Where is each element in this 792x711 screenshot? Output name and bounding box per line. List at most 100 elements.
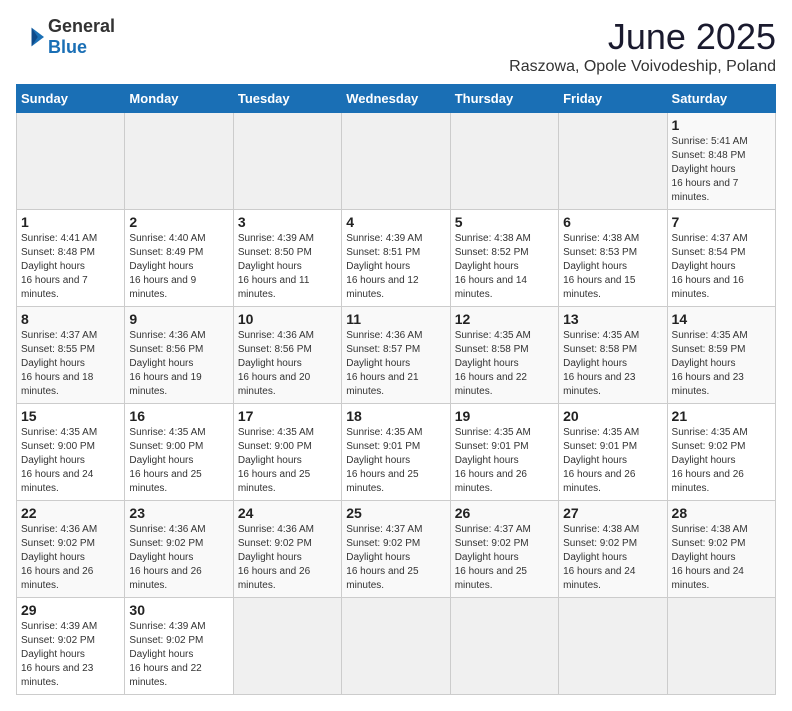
calendar-header-cell: Thursday [450,85,558,113]
calendar-header-cell: Tuesday [233,85,341,113]
calendar-day-cell [559,598,667,695]
day-number: 5 [455,214,554,230]
calendar-day-cell: 25Sunrise: 4:37 AMSunset: 9:02 PMDayligh… [342,501,450,598]
day-info: Sunrise: 4:40 AMSunset: 8:49 PMDaylight … [129,232,228,302]
day-info: Sunrise: 4:36 AMSunset: 9:02 PMDaylight … [21,523,120,593]
calendar-day-cell: 6 Sunrise: 4:38 AMSunset: 8:53 PMDaylight… [559,210,667,307]
day-info: Sunrise: 4:36 AMSunset: 8:56 PMDaylight … [129,329,228,399]
calendar-table: SundayMondayTuesdayWednesdayThursdayFrid… [16,84,776,695]
day-number: 1 [21,214,120,230]
day-number: 4 [346,214,445,230]
logo: General Blue [16,16,115,58]
calendar-day-cell [559,113,667,210]
calendar-day-cell: 12Sunrise: 4:35 AMSunset: 8:58 PMDayligh… [450,307,558,404]
day-info: Sunrise: 4:35 AMSunset: 9:00 PMDaylight … [21,426,120,496]
calendar-day-cell [17,113,125,210]
logo-icon [16,26,44,48]
day-info: Sunrise: 4:38 AMSunset: 9:02 PMDaylight … [672,523,771,593]
logo-blue-text: Blue [48,37,87,57]
day-number: 6 [563,214,662,230]
calendar-day-cell: 11 Sunrise: 4:36 AMSunset: 8:57 PMDayligh… [342,307,450,404]
calendar-day-cell: 26 Sunrise: 4:37 AMSunset: 9:02 PMDayligh… [450,501,558,598]
day-info: Sunrise: 4:37 AMSunset: 9:02 PMDaylight … [346,523,445,593]
day-info: Sunrise: 4:37 AMSunset: 9:02 PMDaylight … [455,523,554,593]
day-info: Sunrise: 4:37 AMSunset: 8:55 PMDaylight … [21,329,120,399]
location-title: Raszowa, Opole Voivodeship, Poland [509,58,776,76]
day-number: 27 [563,505,662,521]
day-info: Sunrise: 4:38 AMSunset: 8:53 PMDaylight … [563,232,662,302]
calendar-day-cell: 1Sunrise: 5:41 AMSunset: 8:48 PMDaylight… [667,113,775,210]
day-info: Sunrise: 4:35 AMSunset: 9:02 PMDaylight … [672,426,771,496]
day-info: Sunrise: 4:35 AMSunset: 8:58 PMDaylight … [563,329,662,399]
calendar-day-cell: 8Sunrise: 4:37 AMSunset: 8:55 PMDaylight… [17,307,125,404]
day-info: Sunrise: 4:35 AMSunset: 8:59 PMDaylight … [672,329,771,399]
calendar-day-cell [233,113,341,210]
calendar-day-cell: 9Sunrise: 4:36 AMSunset: 8:56 PMDaylight… [125,307,233,404]
calendar-header-cell: Saturday [667,85,775,113]
day-number: 1 [672,117,771,133]
calendar-body: 1Sunrise: 5:41 AMSunset: 8:48 PMDaylight… [17,113,776,695]
day-number: 15 [21,408,120,424]
day-info: Sunrise: 4:39 AMSunset: 9:02 PMDaylight … [21,620,120,690]
calendar-day-cell: 24Sunrise: 4:36 AMSunset: 9:02 PMDayligh… [233,501,341,598]
calendar-day-cell: 23Sunrise: 4:36 AMSunset: 9:02 PMDayligh… [125,501,233,598]
day-info: Sunrise: 4:41 AMSunset: 8:48 PMDaylight … [21,232,120,302]
calendar-header-row: SundayMondayTuesdayWednesdayThursdayFrid… [17,85,776,113]
day-number: 17 [238,408,337,424]
day-info: Sunrise: 4:37 AMSunset: 8:54 PMDaylight … [672,232,771,302]
day-number: 22 [21,505,120,521]
day-number: 28 [672,505,771,521]
day-info: Sunrise: 4:39 AMSunset: 9:02 PMDaylight … [129,620,228,690]
calendar-day-cell: 30Sunrise: 4:39 AMSunset: 9:02 PMDayligh… [125,598,233,695]
day-number: 19 [455,408,554,424]
calendar-day-cell [667,598,775,695]
header: General Blue June 2025 Raszowa, Opole Vo… [16,16,776,76]
calendar-day-cell: 19Sunrise: 4:35 AMSunset: 9:01 PMDayligh… [450,404,558,501]
day-info: Sunrise: 4:39 AMSunset: 8:50 PMDaylight … [238,232,337,302]
day-info: Sunrise: 4:38 AMSunset: 9:02 PMDaylight … [563,523,662,593]
day-info: Sunrise: 4:35 AMSunset: 9:00 PMDaylight … [129,426,228,496]
day-number: 20 [563,408,662,424]
calendar-day-cell [342,113,450,210]
calendar-day-cell: 18Sunrise: 4:35 AMSunset: 9:01 PMDayligh… [342,404,450,501]
calendar-week-row: 29 Sunrise: 4:39 AMSunset: 9:02 PMDayligh… [17,598,776,695]
calendar-week-row: 1Sunrise: 5:41 AMSunset: 8:48 PMDaylight… [17,113,776,210]
calendar-day-cell: 1 Sunrise: 4:41 AMSunset: 8:48 PMDaylight… [17,210,125,307]
day-info: Sunrise: 4:36 AMSunset: 8:57 PMDaylight … [346,329,445,399]
calendar-header-cell: Monday [125,85,233,113]
calendar-day-cell [450,113,558,210]
day-number: 11 [346,311,445,327]
calendar-day-cell: 2Sunrise: 4:40 AMSunset: 8:49 PMDaylight… [125,210,233,307]
calendar-day-cell: 27 Sunrise: 4:38 AMSunset: 9:02 PMDayligh… [559,501,667,598]
day-info: Sunrise: 4:36 AMSunset: 9:02 PMDaylight … [129,523,228,593]
calendar-header-cell: Wednesday [342,85,450,113]
calendar-day-cell: 16Sunrise: 4:35 AMSunset: 9:00 PMDayligh… [125,404,233,501]
calendar-day-cell [125,113,233,210]
calendar-day-cell: 22 Sunrise: 4:36 AMSunset: 9:02 PMDayligh… [17,501,125,598]
logo-general-text: General [48,16,115,36]
calendar-day-cell: 7Sunrise: 4:37 AMSunset: 8:54 PMDaylight… [667,210,775,307]
calendar-day-cell [450,598,558,695]
day-number: 29 [21,602,120,618]
calendar-day-cell: 17Sunrise: 4:35 AMSunset: 9:00 PMDayligh… [233,404,341,501]
day-number: 3 [238,214,337,230]
calendar-day-cell: 13 Sunrise: 4:35 AMSunset: 8:58 PMDayligh… [559,307,667,404]
day-info: Sunrise: 4:36 AMSunset: 9:02 PMDaylight … [238,523,337,593]
day-number: 21 [672,408,771,424]
calendar-week-row: 15 Sunrise: 4:35 AMSunset: 9:00 PMDayligh… [17,404,776,501]
title-area: June 2025 Raszowa, Opole Voivodeship, Po… [509,16,776,76]
calendar-day-cell: 4 Sunrise: 4:39 AMSunset: 8:51 PMDaylight… [342,210,450,307]
day-number: 13 [563,311,662,327]
calendar-week-row: 1 Sunrise: 4:41 AMSunset: 8:48 PMDaylight… [17,210,776,307]
day-number: 26 [455,505,554,521]
day-info: Sunrise: 4:35 AMSunset: 9:01 PMDaylight … [563,426,662,496]
day-number: 14 [672,311,771,327]
calendar-day-cell: 28 Sunrise: 4:38 AMSunset: 9:02 PMDayligh… [667,501,775,598]
calendar-week-row: 22 Sunrise: 4:36 AMSunset: 9:02 PMDayligh… [17,501,776,598]
day-info: Sunrise: 4:36 AMSunset: 8:56 PMDaylight … [238,329,337,399]
day-info: Sunrise: 4:39 AMSunset: 8:51 PMDaylight … [346,232,445,302]
day-info: Sunrise: 4:35 AMSunset: 8:58 PMDaylight … [455,329,554,399]
calendar-day-cell: 20 Sunrise: 4:35 AMSunset: 9:01 PMDayligh… [559,404,667,501]
day-info: Sunrise: 4:35 AMSunset: 9:01 PMDaylight … [346,426,445,496]
calendar-day-cell: 15 Sunrise: 4:35 AMSunset: 9:00 PMDayligh… [17,404,125,501]
